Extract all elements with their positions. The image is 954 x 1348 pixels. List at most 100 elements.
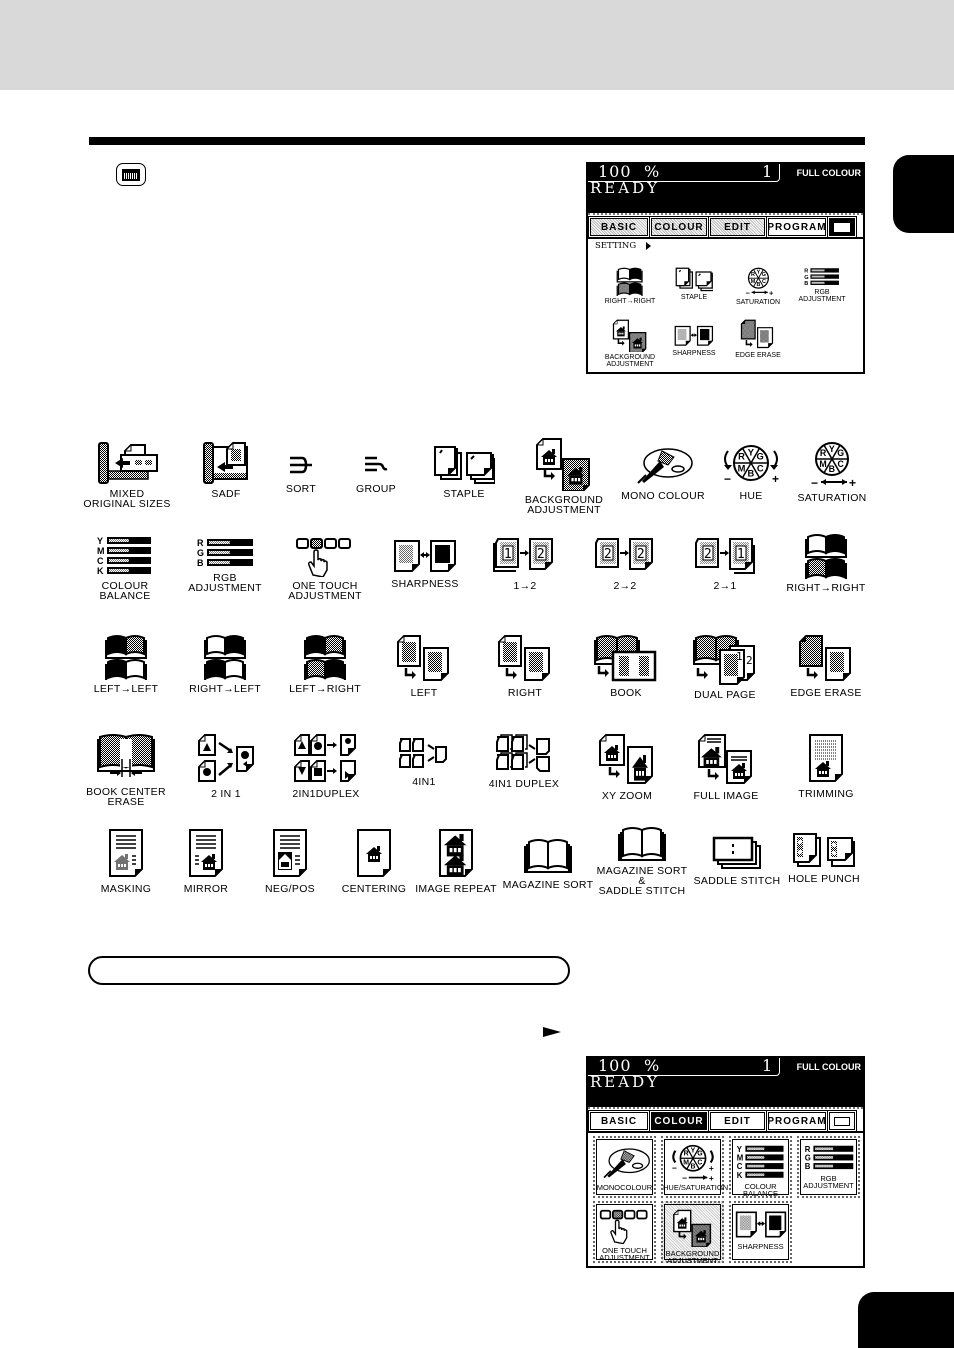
setting-item-label: SATURATION — [735, 298, 781, 306]
function-icon-label: MAGAZINE SORT & SADDLE STITCH — [596, 865, 688, 897]
saturation-icon: RYG M B C − + — [725, 267, 791, 297]
svg-text:R: R — [683, 1151, 688, 1158]
function-icon-item: BOOK — [576, 634, 676, 698]
setting-item[interactable]: BACKGROUND ADJUSTMENT — [597, 319, 663, 368]
rgb-adjustment-icon: RGB — [175, 537, 275, 569]
function-icon-item: SHARPNESS — [375, 537, 475, 589]
xy-zoom-icon — [577, 733, 677, 787]
background-adjustment-icon — [597, 319, 663, 353]
tab-program[interactable]: PROGRAM — [766, 1110, 828, 1132]
book-right-right-icon — [597, 267, 663, 296]
function-icon-item: XY ZOOM — [577, 733, 677, 801]
function-icon-label: 2→2 — [613, 580, 637, 592]
tab-setting-keyboard[interactable] — [827, 216, 857, 238]
tab-edit[interactable]: EDIT — [708, 216, 767, 238]
tab-setting-keyboard[interactable] — [827, 1110, 857, 1132]
mono-colour-icon — [595, 1144, 654, 1181]
dual-page-icon: 12 — [675, 634, 775, 686]
lcd-tabs: BASIC COLOUR EDIT PROGRAM — [588, 1107, 863, 1132]
svg-text:Y: Y — [736, 1145, 742, 1154]
svg-text:+: + — [849, 476, 856, 489]
tab-basic[interactable]: BASIC — [588, 1110, 650, 1132]
sharpness-icon — [661, 324, 727, 348]
function-icon-label: BOOK CENTER ERASE — [86, 786, 166, 808]
setting-item[interactable]: R G B RGB ADJUSTMENT — [789, 267, 855, 303]
svg-text:B: B — [756, 282, 760, 288]
colour-function-label: RGB ADJUSTMENT — [803, 1173, 854, 1190]
svg-text:Y: Y — [748, 447, 755, 457]
function-icon-label: LEFT→RIGHT — [289, 683, 361, 695]
colour-function-button[interactable]: SHARPNESS — [729, 1201, 792, 1263]
svg-text:2: 2 — [704, 547, 712, 562]
function-icon-label: 4IN1 DUPLEX — [488, 778, 560, 790]
svg-text:B: B — [804, 1162, 810, 1171]
function-icon-label: BOOK — [610, 687, 642, 699]
lcd-panel-colour: 100 % 1 FULL COLOUR READY BASIC COLOUR E… — [586, 1056, 865, 1268]
lcd-panel-edit-setting: 100 % 1 FULL COLOUR READY BASIC COLOUR E… — [586, 162, 865, 374]
group-icon — [326, 450, 426, 480]
trimming-icon — [776, 733, 876, 785]
book-icon — [576, 634, 676, 684]
colour-function-button[interactable]: BACKGROUND ADJUSTMENT — [661, 1201, 724, 1264]
colour-function-button[interactable]: RYG M B C − + − + HUE/SATURATION — [661, 1136, 728, 1198]
tab-colour[interactable]: COLOUR — [649, 1110, 709, 1132]
tab-program[interactable]: PROGRAM — [766, 216, 828, 238]
setting-label: SETTING — [595, 241, 652, 251]
tab-colour[interactable]: COLOUR — [649, 216, 709, 238]
svg-text:2: 2 — [537, 547, 545, 562]
function-icon-label: DUAL PAGE — [694, 689, 756, 701]
svg-text:+: + — [769, 289, 774, 297]
svg-text:B: B — [690, 1163, 695, 1170]
copy-count: 1 — [762, 1056, 773, 1075]
function-icon-item: MAGAZINE SORT & SADDLE STITCH — [592, 826, 692, 896]
mono-colour-icon — [613, 443, 713, 487]
setting-item[interactable]: RYG M B C − + SATURATION — [725, 267, 791, 306]
svg-text:B: B — [829, 464, 836, 474]
function-icon-item: IMAGE REPEAT — [406, 828, 506, 894]
staple-icon — [414, 445, 514, 485]
tab-edit[interactable]: EDIT — [708, 1110, 767, 1132]
colour-function-label: SHARPNESS — [737, 1241, 784, 1251]
colour-function-button[interactable]: MONOCOLOUR — [593, 1136, 656, 1198]
svg-text:C: C — [97, 556, 104, 566]
function-icon-label: BACKGROUND ADJUSTMENT — [524, 494, 604, 516]
svg-text:1: 1 — [736, 650, 743, 663]
colour-balance-icon: YMCK — [731, 1144, 790, 1180]
svg-text:G: G — [757, 452, 765, 462]
function-icon-item: TRIMMING — [776, 733, 876, 799]
colour-function-button[interactable]: ONE TOUCH ADJUSTMENT — [593, 1201, 656, 1263]
edge-erase-icon — [725, 319, 791, 350]
section-rule — [89, 137, 865, 145]
colour-function-button[interactable]: Y M C K COLOUR BALANCE — [729, 1136, 792, 1198]
setting-item-label: EDGE ERASE — [735, 352, 781, 359]
status-text: READY — [590, 179, 661, 197]
function-icon-label: MONO COLOUR — [621, 490, 705, 502]
header-band — [0, 0, 954, 90]
setting-item[interactable]: SHARPNESS — [661, 324, 727, 357]
svg-text:+: + — [708, 1163, 713, 1173]
colour-function-button[interactable]: R G B RGB ADJUSTMENT — [797, 1136, 860, 1198]
function-icon-label: SATURATION — [797, 492, 867, 504]
tab-basic[interactable]: BASIC — [588, 216, 650, 238]
svg-text:R: R — [738, 452, 745, 462]
function-icon-label: SADDLE STITCH — [693, 875, 781, 887]
function-icon-label: MAGAZINE SORT — [502, 879, 594, 891]
saturation-icon: RYG M B C − + — [782, 441, 882, 489]
four-in-one-icon — [374, 733, 474, 773]
setting-item[interactable]: STAPLE — [661, 267, 727, 301]
svg-text:G: G — [197, 548, 204, 558]
function-icon-label: SHARPNESS — [391, 578, 459, 590]
setting-item[interactable]: RIGHT→RIGHT — [597, 267, 663, 305]
svg-text:M: M — [750, 279, 755, 285]
function-icon-label: 4IN1 — [412, 776, 436, 788]
svg-text:C: C — [736, 1162, 742, 1171]
function-icon-item: 2IN1DUPLEX — [276, 733, 376, 799]
svg-text:C: C — [697, 1160, 702, 1167]
function-icon-label: COLOUR BALANCE — [99, 580, 151, 602]
two-in-one-icon — [176, 733, 276, 785]
setting-item-label: STAPLE — [680, 293, 708, 301]
svg-text:G: G — [761, 272, 765, 278]
svg-text:G: G — [804, 1153, 810, 1162]
svg-text:G: G — [805, 275, 809, 281]
setting-item[interactable]: EDGE ERASE — [725, 319, 791, 359]
